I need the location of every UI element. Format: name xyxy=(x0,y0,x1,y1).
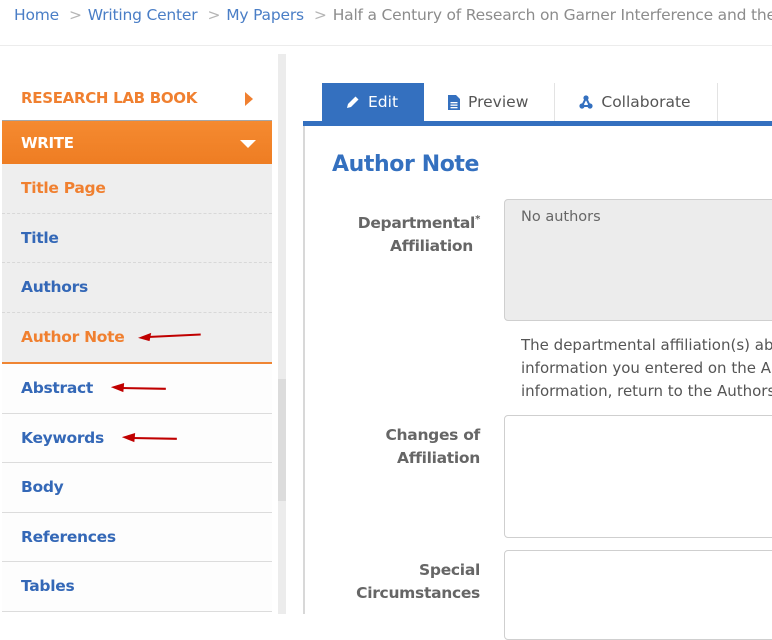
label-line: Departmental xyxy=(357,214,476,233)
sidebar-item-label: Author Note xyxy=(21,328,125,347)
caret-down-icon xyxy=(240,140,256,148)
annotation-arrow-icon xyxy=(138,333,202,342)
changes-of-affiliation-label: Changes of Affiliation xyxy=(310,424,480,470)
sidebar-item-abstract[interactable]: Abstract xyxy=(2,364,272,414)
sidebar-scrollbar[interactable] xyxy=(278,54,286,614)
label-line: Affiliation xyxy=(390,237,473,256)
breadcrumb-separator: > xyxy=(68,6,82,24)
write-submenu: Title Page Title Authors Author Note xyxy=(2,164,272,364)
scrollbar-thumb[interactable] xyxy=(278,379,286,501)
sidebar-item-references[interactable]: References xyxy=(2,512,272,562)
sidebar-item-author-note[interactable]: Author Note xyxy=(2,313,272,363)
sidebar-item-tables[interactable]: Tables xyxy=(2,562,272,612)
help-line: information, return to the Authors xyxy=(521,382,772,400)
help-line: information you entered on the Authors xyxy=(521,359,772,377)
breadcrumb-my-papers[interactable]: My Papers xyxy=(226,6,304,24)
tab-bar: Edit Preview Collaborate xyxy=(322,83,718,121)
sidebar-item-label: Tables xyxy=(21,577,75,596)
label-line: Circumstances xyxy=(356,584,480,602)
tab-label: Preview xyxy=(468,93,529,111)
tab-label: Collaborate xyxy=(601,93,691,111)
sidebar-nav: RESEARCH LAB BOOK WRITE Title Page Title… xyxy=(2,75,272,614)
affiliation-help-text: The departmental affiliation(s) above in… xyxy=(521,334,772,403)
collaborate-icon xyxy=(579,95,593,109)
section-title: Author Note xyxy=(332,152,480,177)
breadcrumb-separator: > xyxy=(207,6,221,24)
pencil-icon xyxy=(347,96,359,108)
sidebar-item-title-page[interactable]: Title Page xyxy=(2,164,272,214)
annotation-arrow-icon xyxy=(121,432,177,442)
sidebar-item-label: Body xyxy=(21,478,64,497)
sidebar-item-label: Authors xyxy=(21,278,88,297)
special-circumstances-input[interactable] xyxy=(504,550,772,640)
sidebar-research-lab-book-label: RESEARCH LAB BOOK xyxy=(21,88,198,107)
sidebar-item-label: Title xyxy=(21,228,59,247)
tab-label: Edit xyxy=(368,93,399,111)
document-icon xyxy=(448,94,461,110)
sidebar-research-lab-book[interactable]: RESEARCH LAB BOOK xyxy=(2,75,272,121)
label-line: Changes of xyxy=(385,426,480,444)
label-line: Special xyxy=(419,561,480,579)
departmental-affiliation-value: No authors xyxy=(521,209,601,225)
breadcrumb-current: Half a Century of Research on Garner Int… xyxy=(332,6,772,24)
changes-of-affiliation-input[interactable] xyxy=(504,415,772,538)
tab-preview[interactable]: Preview xyxy=(424,83,556,121)
departmental-affiliation-field: No authors xyxy=(504,199,772,321)
sidebar-item-label: References xyxy=(21,527,116,546)
sidebar-item-body[interactable]: Body xyxy=(2,463,272,513)
tab-edit[interactable]: Edit xyxy=(322,83,425,121)
special-circumstances-label: Special Circumstances xyxy=(310,559,480,605)
sidebar-item-label: Keywords xyxy=(21,428,104,447)
author-note-panel: Author Note Departmental* Affiliation No… xyxy=(303,126,772,640)
breadcrumb-separator: > xyxy=(313,6,327,24)
required-marker: * xyxy=(475,214,480,225)
departmental-affiliation-label: Departmental* Affiliation xyxy=(310,208,481,258)
tab-collaborate[interactable]: Collaborate xyxy=(555,83,718,121)
breadcrumb: Home > Writing Center > My Papers > Half a Cen… xyxy=(0,0,772,46)
help-line: The departmental affiliation(s) above xyxy=(521,336,772,354)
sidebar-item-authors[interactable]: Authors xyxy=(2,263,272,313)
annotation-arrow-icon xyxy=(110,383,166,393)
sidebar-item-title[interactable]: Title xyxy=(2,214,272,263)
breadcrumb-writing-center[interactable]: Writing Center xyxy=(88,6,198,24)
caret-right-icon xyxy=(245,92,253,106)
sidebar-item-label: Title Page xyxy=(21,179,106,198)
sidebar-item-keywords[interactable]: Keywords xyxy=(2,413,272,463)
sidebar-write-label: WRITE xyxy=(21,133,74,152)
sidebar-write[interactable]: WRITE xyxy=(2,121,272,164)
sidebar-item-label: Abstract xyxy=(21,379,94,398)
label-line: Affiliation xyxy=(397,449,480,467)
breadcrumb-home[interactable]: Home xyxy=(14,6,59,24)
